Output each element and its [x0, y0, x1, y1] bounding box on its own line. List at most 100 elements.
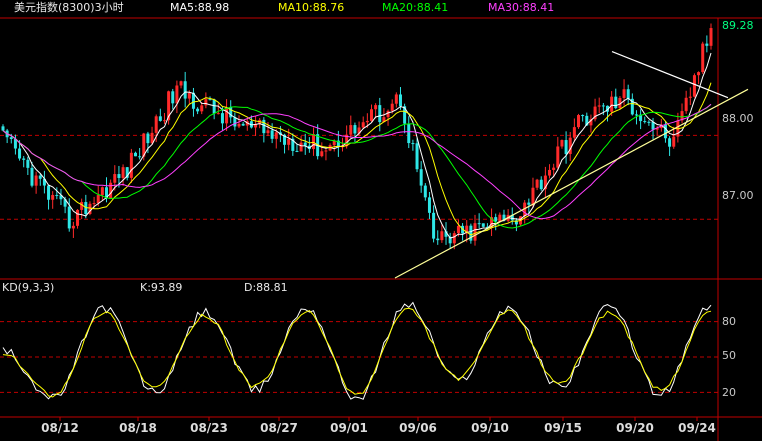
price-tick-87: 87.00 — [722, 189, 754, 202]
ma5-line — [2, 52, 712, 239]
candle-body — [398, 94, 402, 107]
kd-lines — [2, 301, 712, 400]
candle-body — [577, 115, 581, 128]
kd-title: KD(9,3,3) — [2, 281, 55, 294]
candle-body — [572, 127, 576, 138]
ma5-label: MA5:88.98 — [170, 1, 230, 14]
candle-body — [187, 92, 191, 99]
candle-body — [419, 169, 423, 186]
x-tick-label: 09/20 — [616, 421, 654, 435]
x-tick-label: 08/27 — [260, 421, 298, 435]
candle-body — [303, 142, 307, 146]
candle-body — [47, 185, 51, 200]
candle-body — [9, 137, 13, 140]
candle-body — [200, 105, 204, 112]
candle-body — [552, 167, 556, 170]
stock-chart — [0, 17, 762, 441]
candle-body — [26, 159, 30, 168]
candle-body — [216, 113, 220, 115]
x-tick-label: 08/23 — [190, 421, 228, 435]
candle-body — [374, 105, 378, 110]
candle-body — [146, 133, 150, 144]
candle-body — [299, 142, 303, 152]
candle-body — [225, 107, 229, 124]
candle-body — [647, 121, 651, 123]
candle-body — [241, 123, 245, 126]
candle-body — [1, 126, 5, 131]
candle-body — [171, 91, 175, 104]
candle-body — [233, 117, 237, 127]
candle-body — [22, 158, 26, 160]
candle-body — [270, 130, 274, 139]
candle-body — [129, 152, 133, 178]
candle-body — [100, 187, 104, 196]
candle-body — [390, 103, 394, 111]
candle-body — [539, 179, 543, 190]
candle-body — [684, 97, 688, 112]
ma10-label: MA10:88.76 — [278, 1, 345, 14]
candle-body — [183, 81, 187, 99]
candle-body — [527, 202, 531, 205]
kd-tick-80: 80 — [722, 315, 736, 328]
candle-body — [369, 109, 373, 121]
candle-body — [634, 114, 638, 116]
candle-body — [622, 89, 626, 98]
candle-body — [427, 197, 431, 213]
candle-body — [394, 94, 398, 104]
candle-body — [320, 151, 324, 157]
x-tick-label: 09/24 — [678, 421, 716, 435]
candle-body — [663, 124, 667, 139]
candle-body — [709, 28, 713, 46]
candle-body — [432, 212, 436, 239]
candle-body — [473, 223, 477, 241]
ma30-label: MA30:88.41 — [488, 1, 555, 14]
candle-body — [564, 140, 568, 155]
candle-body — [18, 148, 22, 159]
candle-body — [51, 194, 55, 200]
candle-body — [610, 96, 614, 112]
candle-body — [324, 150, 328, 152]
candle-body — [212, 99, 216, 114]
instrument-title: 美元指数(8300)3小时 — [14, 1, 124, 14]
candle-body — [138, 156, 142, 158]
chart-gridlines — [0, 134, 718, 393]
candle-body — [415, 143, 419, 170]
candle-body — [456, 225, 460, 234]
candle-body — [30, 167, 34, 186]
candle-body — [498, 214, 502, 222]
d-value-label: D:88.81 — [244, 281, 288, 294]
candle-body — [626, 89, 630, 99]
candle-body — [597, 105, 601, 107]
candle-body — [643, 121, 647, 123]
x-tick-label: 08/12 — [41, 421, 79, 435]
candle-body — [55, 194, 59, 196]
candle-body — [353, 125, 357, 134]
candle-body — [237, 123, 241, 127]
x-tick-label: 09/10 — [471, 421, 509, 435]
support-trendline — [394, 88, 749, 279]
candle-body — [556, 146, 560, 168]
candle-body — [208, 99, 212, 101]
candle-body — [411, 143, 415, 145]
candle-body — [361, 122, 365, 128]
candle-body — [220, 113, 224, 124]
candle-body — [688, 96, 692, 98]
candle-body — [440, 231, 444, 241]
candle-body — [92, 203, 96, 205]
candle-body — [692, 75, 696, 97]
candle-body — [548, 169, 552, 176]
candle-body — [154, 116, 158, 133]
candle-body — [287, 138, 291, 145]
candle-body — [312, 134, 316, 150]
candle-body — [38, 175, 42, 179]
candle-body — [477, 223, 481, 225]
candlestick-series — [1, 23, 713, 250]
candle-body — [601, 105, 605, 107]
candle-body — [349, 125, 353, 135]
candle-body — [71, 225, 75, 229]
k-line — [2, 301, 712, 400]
candle-body — [117, 174, 121, 178]
k-value-label: K:93.89 — [140, 281, 183, 294]
candle-body — [109, 182, 113, 199]
candle-body — [531, 187, 535, 205]
